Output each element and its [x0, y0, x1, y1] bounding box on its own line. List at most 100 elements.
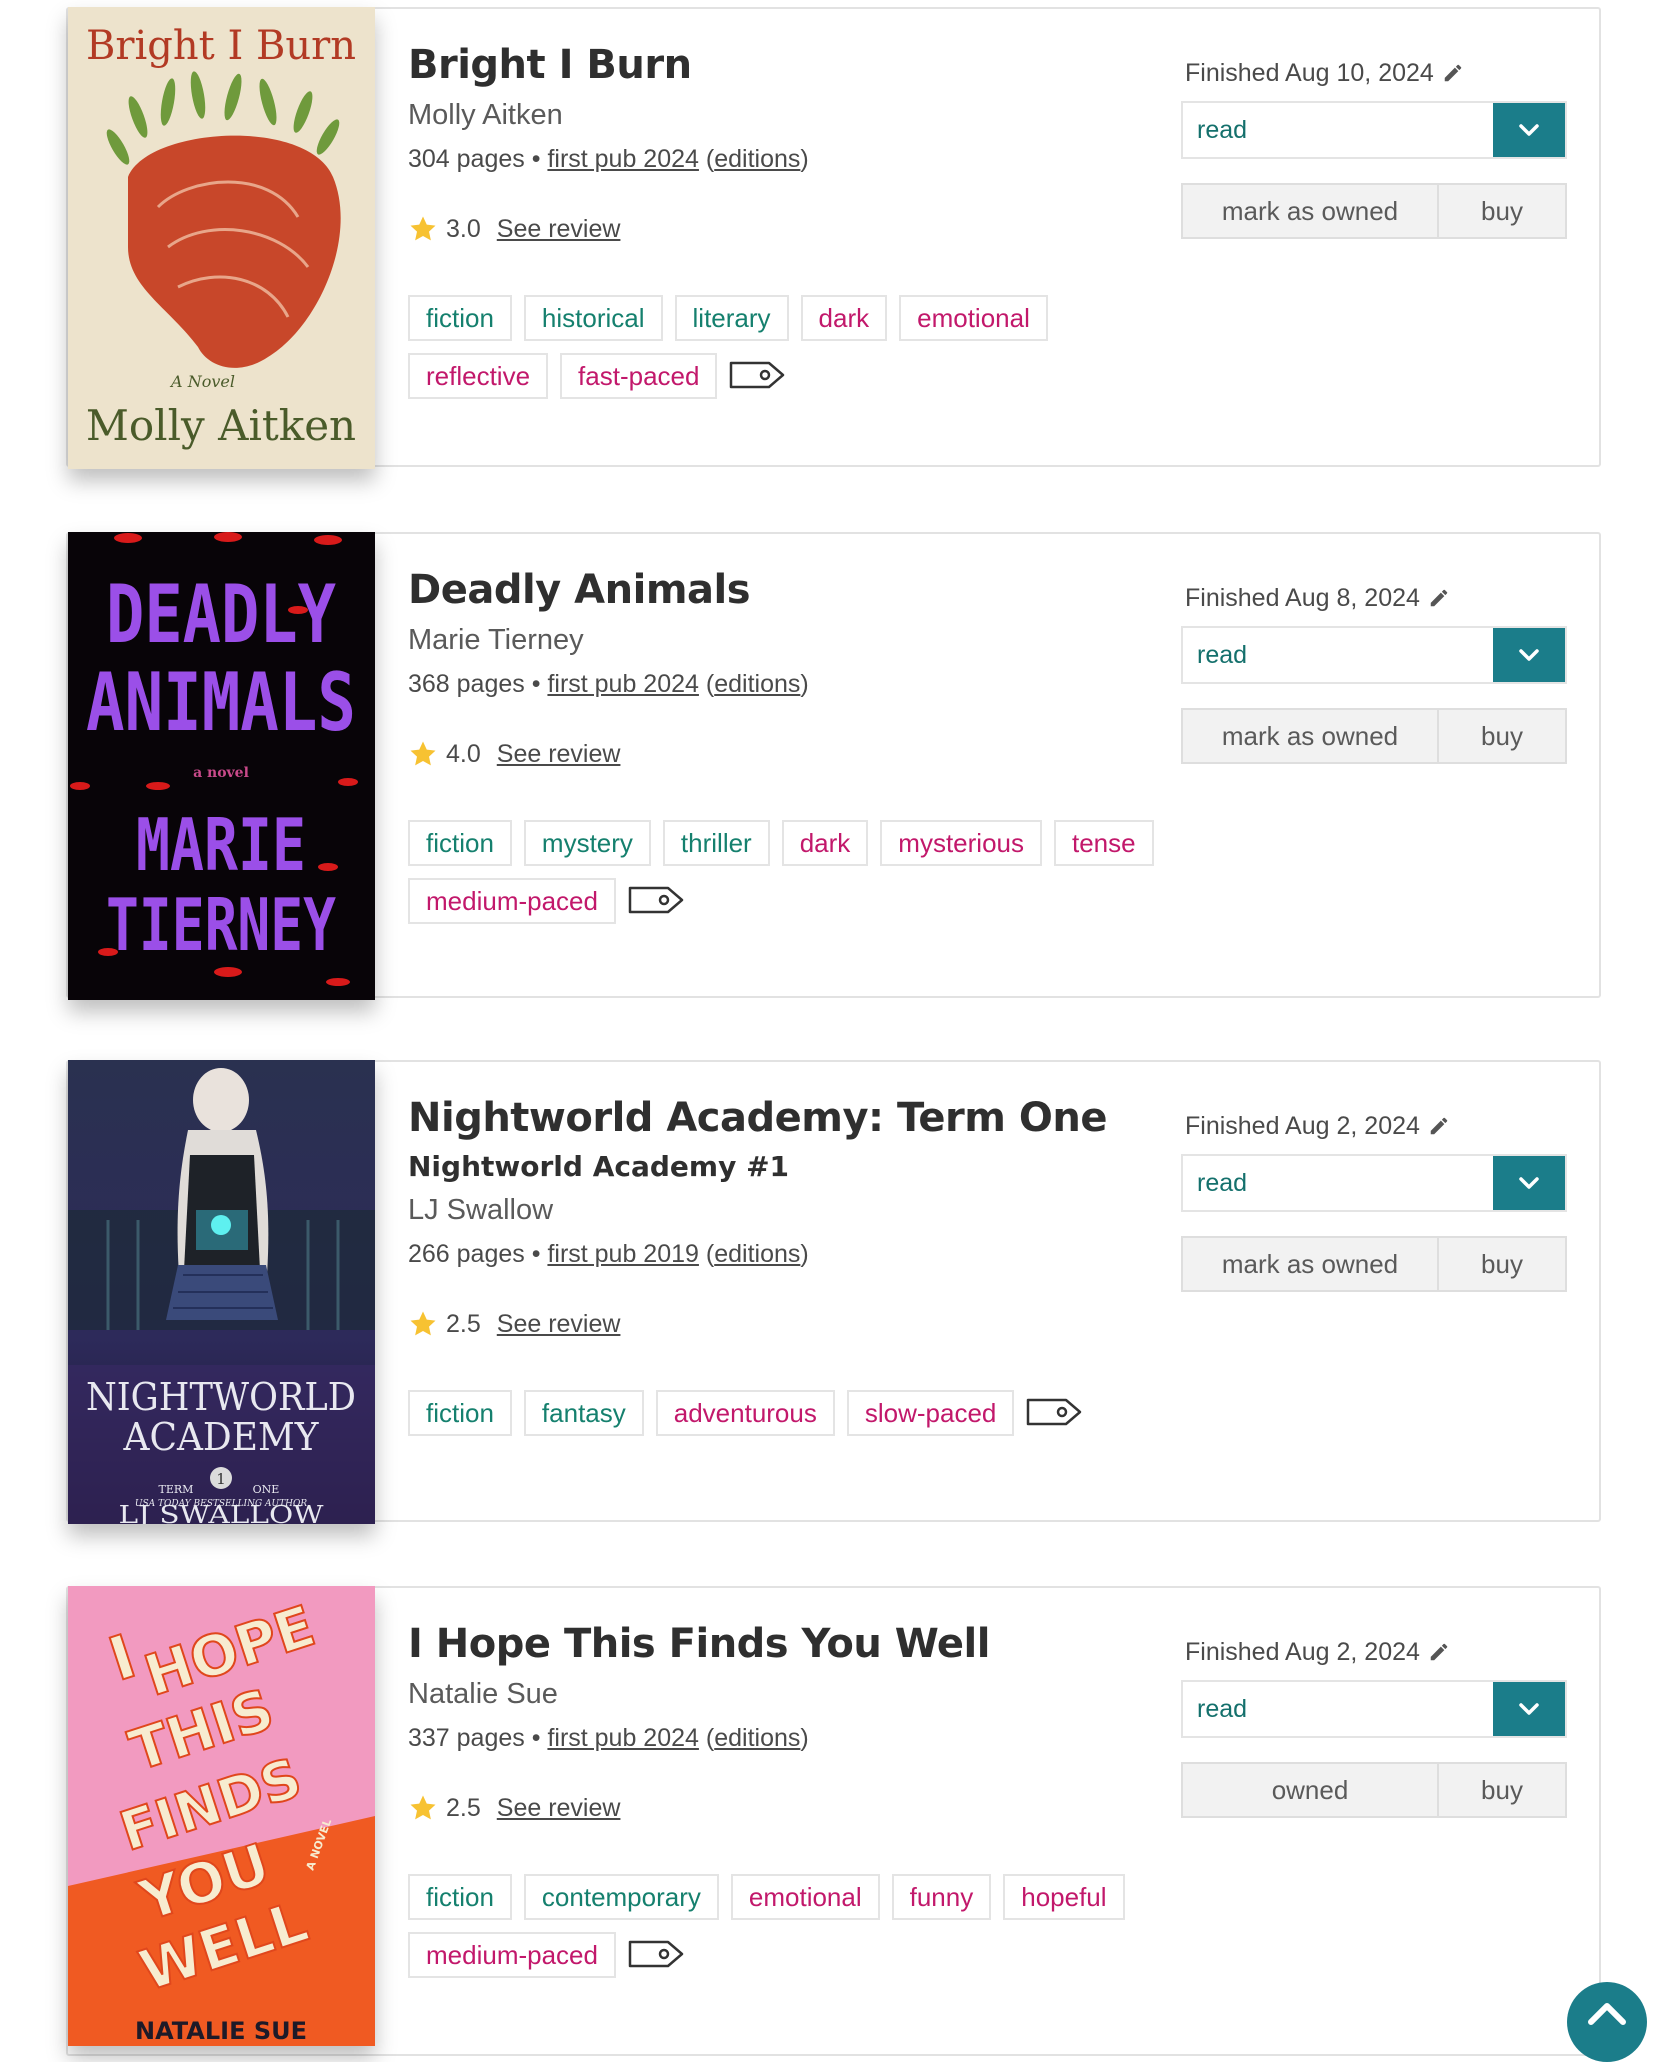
status-dropdown-button[interactable] — [1493, 628, 1565, 682]
book-title[interactable]: Deadly Animals — [408, 564, 1188, 616]
owned-button[interactable]: owned — [1181, 1762, 1439, 1818]
tag-icon[interactable] — [729, 353, 789, 397]
tag-genre[interactable]: fiction — [408, 820, 512, 866]
scroll-to-top-button[interactable] — [1567, 1982, 1647, 2062]
star-icon — [410, 216, 436, 241]
tag-mood[interactable]: emotional — [899, 295, 1048, 341]
status-label: read — [1197, 641, 1248, 669]
buy-button[interactable]: buy — [1439, 183, 1567, 239]
book-cover[interactable]: I HOPE THIS FINDS YOU WELL A NOVEL NATAL… — [68, 1586, 375, 2046]
tag-mood[interactable]: medium-paced — [408, 1932, 616, 1978]
editions-link[interactable]: editions — [714, 1240, 800, 1268]
tag-icon[interactable] — [628, 878, 688, 922]
tag-genre[interactable]: contemporary — [523, 1874, 719, 1920]
status-dropdown-button[interactable] — [1493, 1682, 1565, 1736]
tag-genre[interactable]: literary — [674, 295, 789, 341]
see-review-link[interactable]: See review — [497, 215, 621, 244]
see-review-link[interactable]: See review — [497, 1310, 621, 1339]
tag-list: fiction mystery thriller dark mysterious… — [408, 820, 1168, 924]
chevron-down-icon — [1519, 649, 1539, 661]
status-select[interactable]: read — [1181, 626, 1567, 684]
first-pub-link[interactable]: first pub 2024 — [547, 1724, 699, 1752]
chevron-down-icon — [1519, 1177, 1539, 1189]
tag-mood[interactable]: tense — [1054, 820, 1154, 866]
status-select[interactable]: read — [1181, 1680, 1567, 1738]
reading-status-panel: Finished Aug 8, 2024 read mark as owned … — [1181, 580, 1567, 764]
first-pub-link[interactable]: first pub 2024 — [547, 145, 699, 173]
book-author[interactable]: Natalie Sue — [408, 1674, 1188, 1714]
first-pub-link[interactable]: first pub 2024 — [547, 670, 699, 698]
editions-link[interactable]: editions — [714, 145, 800, 173]
cover-title-line-2: ACADEMY — [123, 1415, 320, 1459]
pencil-icon[interactable] — [1428, 587, 1450, 609]
status-select[interactable]: read — [1181, 101, 1567, 159]
tag-mood[interactable]: adventurous — [655, 1390, 835, 1436]
mark-as-owned-button[interactable]: mark as owned — [1181, 1236, 1439, 1292]
reading-status-panel: Finished Aug 2, 2024 read mark as owned … — [1181, 1108, 1567, 1292]
buy-button[interactable]: buy — [1439, 708, 1567, 764]
editions-link[interactable]: editions — [714, 1724, 800, 1752]
rating-value: 3.0 — [446, 214, 481, 243]
chevron-down-icon — [1519, 1703, 1539, 1715]
book-cover[interactable]: NIGHTWORLD ACADEMY 1 TERM ONE USA TODAY … — [68, 1060, 375, 1524]
star-icon — [410, 741, 436, 766]
buy-button[interactable]: buy — [1439, 1762, 1567, 1818]
page-count: 266 pages — [408, 1240, 525, 1268]
first-pub-link[interactable]: first pub 2019 — [547, 1240, 699, 1268]
ownership-buttons: owned buy — [1181, 1762, 1567, 1818]
book-card: I HOPE THIS FINDS YOU WELL A NOVEL NATAL… — [66, 1586, 1601, 2056]
star-icon — [410, 1795, 436, 1820]
tag-icon[interactable] — [628, 1932, 688, 1976]
status-label: read — [1197, 1695, 1248, 1723]
tag-mood[interactable]: slow-paced — [846, 1390, 1015, 1436]
book-author[interactable]: LJ Swallow — [408, 1190, 1188, 1230]
see-review-link[interactable]: See review — [497, 740, 621, 769]
tag-genre[interactable]: thriller — [662, 820, 770, 866]
mark-as-owned-button[interactable]: mark as owned — [1181, 183, 1439, 239]
book-info: I Hope This Finds You Well Natalie Sue 3… — [408, 1618, 1188, 1978]
tag-genre[interactable]: fiction — [408, 1874, 512, 1920]
tag-icon[interactable] — [1026, 1390, 1086, 1434]
cover-author: NATALIE SUE — [135, 2017, 307, 2045]
tag-mood[interactable]: dark — [781, 820, 869, 866]
book-series[interactable]: Nightworld Academy #1 — [408, 1148, 1188, 1186]
book-title[interactable]: I Hope This Finds You Well — [408, 1618, 1188, 1670]
tag-mood[interactable]: fast-paced — [560, 353, 718, 399]
pencil-icon[interactable] — [1428, 1115, 1450, 1137]
tag-mood[interactable]: mysterious — [880, 820, 1042, 866]
book-author[interactable]: Molly Aitken — [408, 95, 1188, 135]
book-title[interactable]: Nightworld Academy: Term One — [408, 1092, 1188, 1144]
tag-mood[interactable]: dark — [800, 295, 888, 341]
tag-mood[interactable]: hopeful — [1003, 1874, 1125, 1920]
rating-value: 4.0 — [446, 739, 481, 768]
tag-mood[interactable]: emotional — [730, 1874, 880, 1920]
tag-mood[interactable]: medium-paced — [408, 878, 616, 924]
tag-genre[interactable]: fiction — [408, 1390, 512, 1436]
tag-genre[interactable]: mystery — [523, 820, 651, 866]
status-dropdown-button[interactable] — [1493, 1156, 1565, 1210]
see-review-link[interactable]: See review — [497, 1794, 621, 1823]
status-select[interactable]: read — [1181, 1154, 1567, 1212]
rating-value: 2.5 — [446, 1793, 481, 1822]
cover-term: TERM — [159, 1483, 194, 1496]
tag-mood[interactable]: funny — [891, 1874, 992, 1920]
tag-genre[interactable]: fantasy — [523, 1390, 644, 1436]
page-count: 337 pages — [408, 1724, 525, 1752]
buy-button[interactable]: buy — [1439, 1236, 1567, 1292]
status-dropdown-button[interactable] — [1493, 103, 1565, 157]
tag-genre[interactable]: fiction — [408, 295, 512, 341]
tag-mood[interactable]: reflective — [408, 353, 549, 399]
page-count: 368 pages — [408, 670, 525, 698]
tag-genre[interactable]: historical — [523, 295, 663, 341]
book-cover[interactable]: DEADLY ANIMALS a novel MARIE TIERNEY — [68, 532, 375, 1000]
pencil-icon[interactable] — [1442, 62, 1464, 84]
pencil-icon[interactable] — [1428, 1641, 1450, 1663]
book-author[interactable]: Marie Tierney — [408, 620, 1188, 660]
chevron-down-icon — [1519, 124, 1539, 136]
editions-link[interactable]: editions — [714, 670, 800, 698]
book-cover[interactable]: Bright I Burn A Novel Molly Aitken — [68, 7, 375, 469]
mark-as-owned-button[interactable]: mark as owned — [1181, 708, 1439, 764]
reading-status-panel: Finished Aug 2, 2024 read owned buy — [1181, 1634, 1567, 1818]
cover-author-line-2: TIERNEY — [106, 883, 336, 967]
book-title[interactable]: Bright I Burn — [408, 39, 1188, 91]
